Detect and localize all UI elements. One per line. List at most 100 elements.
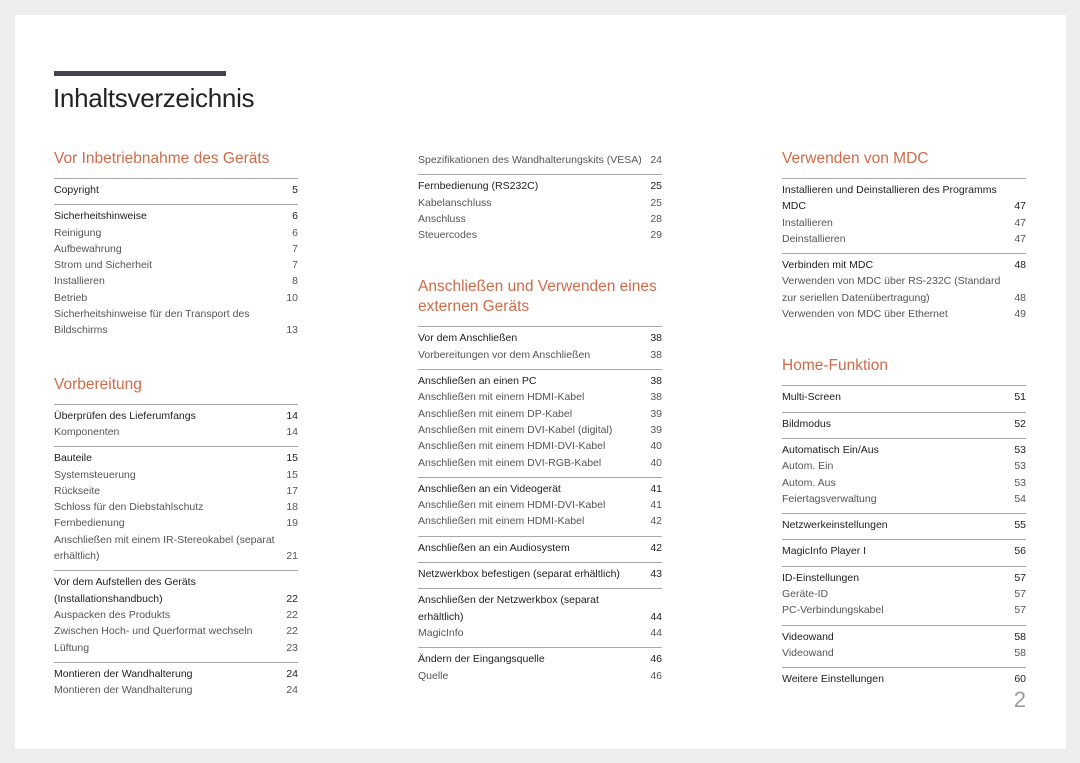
toc-entry-link[interactable]: MagicInfo 44	[418, 625, 662, 641]
toc-entry-link[interactable]: Installieren 47	[782, 215, 1026, 231]
toc-entry-page: 47	[1014, 232, 1026, 245]
toc-entry-link[interactable]: Zwischen Hoch- und Querformat wechseln 22	[54, 623, 298, 639]
toc-entry-link[interactable]: Anschluss 28	[418, 211, 662, 227]
toc-entry-link[interactable]: Anschließen mit einem DVI-RGB-Kabel 40	[418, 455, 662, 471]
toc-entry-label: Bildmodus	[782, 417, 832, 430]
toc-entry-link[interactable]: Anschließen mit einem IR-Stereokabel (se…	[54, 532, 298, 565]
toc-entry-link[interactable]: Steuercodes 29	[418, 227, 662, 243]
section-title[interactable]: Home-Funktion	[782, 356, 1026, 376]
toc-entry-label: Anschließen mit einem HDMI-Kabel	[418, 391, 585, 404]
toc-entry-link[interactable]: Videowand 58	[782, 645, 1026, 661]
toc-entry-link[interactable]: Geräte-ID 57	[782, 586, 1026, 602]
toc-entry-link[interactable]: Anschließen mit einem HDMI-Kabel 38	[418, 389, 662, 405]
toc-heading-link[interactable]: Netzwerkbox befestigen (separat erhältli…	[418, 566, 662, 582]
toc-entry-page: 39	[650, 423, 662, 436]
toc-heading-link[interactable]: ID-Einstellungen 57	[782, 570, 1026, 586]
toc-entry-link[interactable]: Systemsteuerung 15	[54, 467, 298, 483]
toc-entry-page: 25	[650, 196, 662, 209]
toc-heading-link[interactable]: Weitere Einstellungen 60	[782, 671, 1026, 687]
toc-heading-link[interactable]: MagicInfo Player I 56	[782, 543, 1026, 559]
toc-entry-link[interactable]: Auspacken des Produkts 22	[54, 607, 298, 623]
toc-group: Montieren der Wandhalterung 24 Montieren d…	[54, 661, 298, 705]
toc-entry-link[interactable]: Deinstallieren 47	[782, 231, 1026, 247]
toc-entry-link[interactable]: Reinigung 6	[54, 225, 298, 241]
toc-entry-link[interactable]: Verwenden von MDC über RS-232C (Standard…	[782, 273, 1026, 306]
section-title[interactable]: Verwenden von MDC	[782, 149, 1026, 169]
toc-group: Videowand 58 Videowand 58	[782, 624, 1026, 668]
toc-heading-link[interactable]: Vor dem Anschließen 38	[418, 330, 662, 346]
toc-entry-link[interactable]: Schloss für den Diebstahlschutz 18	[54, 499, 298, 515]
toc-entry-page: 53	[1014, 476, 1026, 489]
toc-entry-link[interactable]: Strom und Sicherheit 7	[54, 257, 298, 273]
toc-heading-link[interactable]: Copyright 5	[54, 182, 298, 198]
toc-entry-link[interactable]: Anschließen mit einem DP-Kabel 39	[418, 406, 662, 422]
toc-entry-page: 40	[650, 456, 662, 469]
toc-entry-label: Kabelanschluss	[418, 196, 492, 209]
toc-entry-label: Aufbewahrung	[54, 242, 122, 255]
toc-entry-link[interactable]: PC-Verbindungskabel 57	[782, 602, 1026, 618]
toc-entry-link[interactable]: Autom. Ein 53	[782, 458, 1026, 474]
toc-entry-link[interactable]: Anschließen mit einem DVI-Kabel (digital…	[418, 422, 662, 438]
toc-entry-link[interactable]: Komponenten 14	[54, 424, 298, 440]
toc-heading-link[interactable]: Überprüfen des Lieferumfangs 14	[54, 408, 298, 424]
toc-entry-link[interactable]: Anschließen mit einem HDMI-DVI-Kabel 41	[418, 497, 662, 513]
toc-heading-link[interactable]: Anschließen der Netzwerkbox (separat erh…	[418, 592, 662, 625]
toc-column-3: Verwenden von MDC Installieren und Deinst…	[782, 149, 1026, 694]
toc-heading-link[interactable]: Bildmodus 52	[782, 416, 1026, 432]
toc-entry-link[interactable]: Kabelanschluss 25	[418, 195, 662, 211]
toc-entry-link[interactable]: Spezifikationen des Wandhalterungskits (…	[418, 152, 662, 168]
section-title[interactable]: Vorbereitung	[54, 375, 298, 395]
toc-heading-link[interactable]: Montieren der Wandhalterung 24	[54, 666, 298, 682]
toc-entry-label: Anschließen an ein Audiosystem	[418, 541, 570, 554]
toc-entry-page: 14	[286, 425, 298, 438]
toc-entry-label: Automatisch Ein/Aus	[782, 443, 879, 456]
toc-entry-page: 57	[1014, 604, 1026, 617]
toc-heading-link[interactable]: Sicherheitshinweise 6	[54, 208, 298, 224]
toc-entry-label: Vorbereitungen vor dem Anschließen	[418, 348, 591, 361]
toc-group: Anschließen an einen PC 38 Anschließen mit…	[418, 369, 662, 477]
toc-entry-page: 57	[1014, 571, 1026, 584]
toc-entry-link[interactable]: Sicherheitshinweise für den Transport de…	[54, 306, 298, 339]
toc-group: Sicherheitshinweise 6 Reinigung 6 Aufbewahru…	[54, 204, 298, 344]
toc-group: Netzwerkbox befestigen (separat erhältli…	[418, 562, 662, 588]
toc-heading-link[interactable]: Bauteile 15	[54, 450, 298, 466]
toc-entry-page: 38	[650, 391, 662, 404]
toc-heading-link[interactable]: Multi-Screen 51	[782, 389, 1026, 405]
section-title[interactable]: Anschließen und Verwenden eines externen…	[418, 277, 662, 317]
toc-entry-link[interactable]: Vorbereitungen vor dem Anschließen 38	[418, 347, 662, 363]
section-title[interactable]: Vor Inbetriebnahme des Geräts	[54, 149, 298, 169]
toc-heading-link[interactable]: Anschließen an einen PC 38	[418, 373, 662, 389]
toc-heading-link[interactable]: Netzwerkeinstellungen 55	[782, 517, 1026, 533]
toc-heading-link[interactable]: Anschließen an ein Videogerät 41	[418, 481, 662, 497]
toc-entry-link[interactable]: Autom. Aus 53	[782, 475, 1026, 491]
toc-entry-link[interactable]: Anschließen mit einem HDMI-DVI-Kabel 40	[418, 438, 662, 454]
toc-entry-link[interactable]: Installieren 8	[54, 273, 298, 289]
toc-entry-label: Anschließen der Netzwerkbox (separat erh…	[418, 594, 599, 623]
toc-heading-link[interactable]: Verbinden mit MDC 48	[782, 257, 1026, 273]
toc-entry-link[interactable]: Rückseite 17	[54, 483, 298, 499]
toc-heading-link[interactable]: Anschließen an ein Audiosystem 42	[418, 540, 662, 556]
toc-entry-link[interactable]: Betrieb 10	[54, 290, 298, 306]
toc-entry-link[interactable]: Montieren der Wandhalterung 24	[54, 682, 298, 698]
toc-heading-link[interactable]: Ändern der Eingangsquelle 46	[418, 651, 662, 667]
toc-entry-link[interactable]: Fernbedienung 19	[54, 515, 298, 531]
toc-group: Anschließen der Netzwerkbox (separat erh…	[418, 588, 662, 647]
toc-entry-link[interactable]: Aufbewahrung 7	[54, 241, 298, 257]
toc-entry-link[interactable]: Feiertagsverwaltung 54	[782, 491, 1026, 507]
toc-group: Copyright 5	[54, 178, 298, 204]
toc-heading-link[interactable]: Installieren und Deinstallieren des Prog…	[782, 182, 1026, 215]
toc-entry-link[interactable]: Quelle 46	[418, 668, 662, 684]
toc-heading-link[interactable]: Automatisch Ein/Aus 53	[782, 442, 1026, 458]
toc-entry-page: 42	[650, 541, 662, 554]
toc-heading-link[interactable]: Videowand 58	[782, 629, 1026, 645]
toc-entry-label: Anschluss	[418, 212, 466, 225]
toc-heading-link[interactable]: Vor dem Aufstellen des Geräts (Installat…	[54, 574, 298, 607]
toc-entry-page: 48	[1014, 259, 1026, 272]
toc-entry-page: 15	[286, 468, 298, 481]
toc-entry-link[interactable]: Lüftung 23	[54, 640, 298, 656]
toc-entry-link[interactable]: Anschließen mit einem HDMI-Kabel 42	[418, 513, 662, 529]
toc-entry-label: Sicherheitshinweise	[54, 210, 147, 223]
toc-heading-link[interactable]: Fernbedienung (RS232C) 25	[418, 178, 662, 194]
toc-entry-page: 14	[286, 409, 298, 422]
toc-entry-link[interactable]: Verwenden von MDC über Ethernet 49	[782, 306, 1026, 322]
